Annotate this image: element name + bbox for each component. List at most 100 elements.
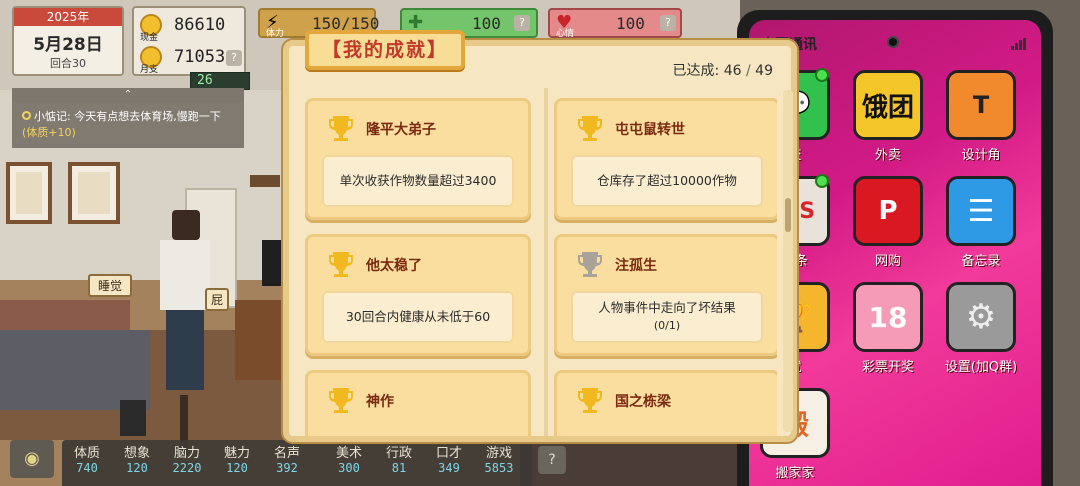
achievement-title: 屯屯鼠转世 bbox=[615, 122, 685, 138]
app-label: 网购 bbox=[874, 254, 901, 269]
achievement-title: 隆平大弟子 bbox=[366, 122, 436, 138]
memo-collapse-handle[interactable]: ⌃ bbox=[12, 88, 244, 102]
progress-done: 46 bbox=[723, 63, 742, 79]
health-value: 100 bbox=[472, 14, 501, 33]
sleep-action-tag[interactable]: 睡觉 bbox=[88, 274, 133, 297]
stat-name: 体质 bbox=[73, 446, 100, 461]
column-divider bbox=[544, 88, 548, 436]
trophy-icon bbox=[329, 388, 353, 413]
app-label: 搬家家 bbox=[775, 466, 815, 481]
app-notes[interactable]: ☰ 备忘录 bbox=[941, 176, 1021, 269]
memo-text: 今天有点想去体育场,慢跑一下 bbox=[74, 110, 221, 123]
stat-item: 口才 349 bbox=[424, 442, 474, 475]
attributes-bar: 体质 740 想象 120 脑力 2220 魅力 120 名声 392 美术 300 行政 8… bbox=[62, 440, 532, 486]
stat-name: 魅力 bbox=[223, 446, 250, 461]
stat-item: 体质 740 bbox=[62, 442, 112, 475]
mood-value: 100 bbox=[616, 14, 645, 33]
achievement-title: 注孤生 bbox=[615, 258, 657, 274]
date-panel: 2025年 5月28日 回合30 bbox=[12, 6, 124, 76]
player-character bbox=[160, 240, 210, 310]
achievement-progress-count: (0/1) bbox=[653, 319, 681, 332]
achievement-description: 仓库存了超过10000作物 bbox=[571, 155, 763, 207]
achievements-modal: 【我的成就】 已达成: 46 / 49 隆平大弟子 单次收获作物数量超过3400… bbox=[283, 30, 797, 442]
bed[interactable] bbox=[0, 330, 150, 410]
mood-help-button[interactable]: ? bbox=[660, 15, 676, 31]
stat-name: 脑力 bbox=[173, 446, 200, 461]
character-head bbox=[172, 210, 200, 240]
achievement-title: 国之栋梁 bbox=[615, 394, 671, 410]
app-shopping[interactable]: P 网购 bbox=[848, 176, 928, 269]
app-lottery[interactable]: 18 彩票开奖 bbox=[848, 282, 928, 375]
speaker bbox=[120, 400, 146, 436]
progress-separator: / bbox=[746, 63, 751, 79]
achievement-card-locked: 注孤生 人物事件中走向了坏结果 (0/1) bbox=[554, 234, 777, 356]
camera-icon bbox=[887, 36, 899, 48]
stat-item: 魅力 120 bbox=[212, 442, 262, 475]
cash-label: 现金 bbox=[140, 33, 159, 43]
stat-item: 名声 392 bbox=[262, 442, 312, 475]
achievement-title: 神作 bbox=[366, 394, 394, 410]
stat-value: 392 bbox=[276, 461, 298, 475]
shopping-icon: P bbox=[853, 176, 923, 246]
achievement-description: 单次收获作物数量超过3400 bbox=[322, 155, 514, 207]
stat-value: 120 bbox=[126, 461, 148, 475]
notes-icon: ☰ bbox=[946, 176, 1016, 246]
turn-label: 回合30 bbox=[50, 57, 86, 70]
achievement-card: 神作 bbox=[305, 370, 531, 436]
achievement-desc-text: 仓库存了超过10000作物 bbox=[597, 173, 737, 188]
achievement-card: 屯屯鼠转世 仓库存了超过10000作物 bbox=[554, 98, 777, 220]
character-legs bbox=[166, 310, 204, 390]
notification-badge bbox=[815, 68, 829, 82]
notification-badge bbox=[815, 174, 829, 188]
achievement-description: 人物事件中走向了坏结果 (0/1) bbox=[571, 291, 763, 343]
scrollbar-thumb[interactable] bbox=[785, 198, 791, 232]
year-label: 2025年 bbox=[14, 8, 122, 26]
achievement-desc-text: 30回合内健康从未低于60 bbox=[345, 309, 491, 324]
memo-prefix: 小惦记: bbox=[34, 110, 71, 123]
achievement-list[interactable]: 隆平大弟子 单次收获作物数量超过3400 屯屯鼠转世 仓库存了超过10000作物… bbox=[297, 88, 777, 436]
achievement-description: 30回合内健康从未低于60 bbox=[322, 291, 514, 343]
eye-icon: ◉ bbox=[24, 448, 40, 469]
mood-meter: ♥ 心情 100 ? bbox=[548, 8, 682, 39]
progress-total: 49 bbox=[755, 63, 773, 79]
app-settings[interactable]: ⚙ 设置(加Q群) bbox=[941, 282, 1021, 375]
app-label: 外卖 bbox=[874, 148, 901, 163]
stat-item: 游戏 5853 bbox=[474, 442, 524, 475]
stat-value: 120 bbox=[226, 461, 248, 475]
scrollbar-track[interactable] bbox=[783, 90, 793, 432]
mood-label: 心情 bbox=[556, 29, 575, 39]
trophy-icon bbox=[578, 388, 602, 413]
trophy-icon bbox=[329, 116, 353, 141]
achievement-desc-text: 单次收获作物数量超过3400 bbox=[339, 173, 497, 188]
trophy-gray-icon bbox=[578, 252, 602, 277]
achievement-progress: 已达成: 46 / 49 bbox=[673, 60, 773, 80]
stat-name: 行政 bbox=[385, 446, 412, 461]
stat-name: 想象 bbox=[123, 446, 150, 461]
expense-help-button[interactable]: ? bbox=[226, 50, 242, 66]
app-design[interactable]: T 设计角 bbox=[941, 70, 1021, 163]
stat-value: 300 bbox=[338, 461, 360, 475]
date-label: 5月28日 bbox=[33, 35, 103, 55]
stat-name: 口才 bbox=[435, 446, 462, 461]
stat-value: 5853 bbox=[484, 461, 514, 475]
attributes-help-button[interactable]: ? bbox=[538, 446, 566, 474]
health-help-button[interactable]: ? bbox=[514, 15, 530, 31]
signal-icon bbox=[1011, 38, 1027, 50]
app-takeout[interactable]: 饿团 外卖 bbox=[848, 70, 928, 163]
design-icon: T bbox=[946, 70, 1016, 140]
wall-shelf bbox=[250, 175, 280, 187]
side-action-tag[interactable]: 屁 bbox=[205, 288, 230, 311]
stat-value: 81 bbox=[391, 461, 407, 475]
stat-name: 美术 bbox=[335, 446, 362, 461]
achievement-title: 他太稳了 bbox=[366, 258, 422, 274]
eye-toggle-button[interactable]: ◉ bbox=[10, 440, 54, 478]
app-label: 备忘录 bbox=[961, 254, 1001, 269]
stat-name: 名声 bbox=[273, 446, 300, 461]
achievement-card: 他太稳了 30回合内健康从未低于60 bbox=[305, 234, 531, 356]
trophy-icon bbox=[329, 252, 353, 277]
achievement-desc-text: 人物事件中走向了坏结果 bbox=[598, 300, 736, 315]
trophy-icon bbox=[578, 116, 602, 141]
stat-value: 2220 bbox=[172, 461, 202, 475]
achievement-card: 国之栋梁 bbox=[554, 370, 777, 436]
expense-value: 71053 bbox=[174, 47, 226, 67]
